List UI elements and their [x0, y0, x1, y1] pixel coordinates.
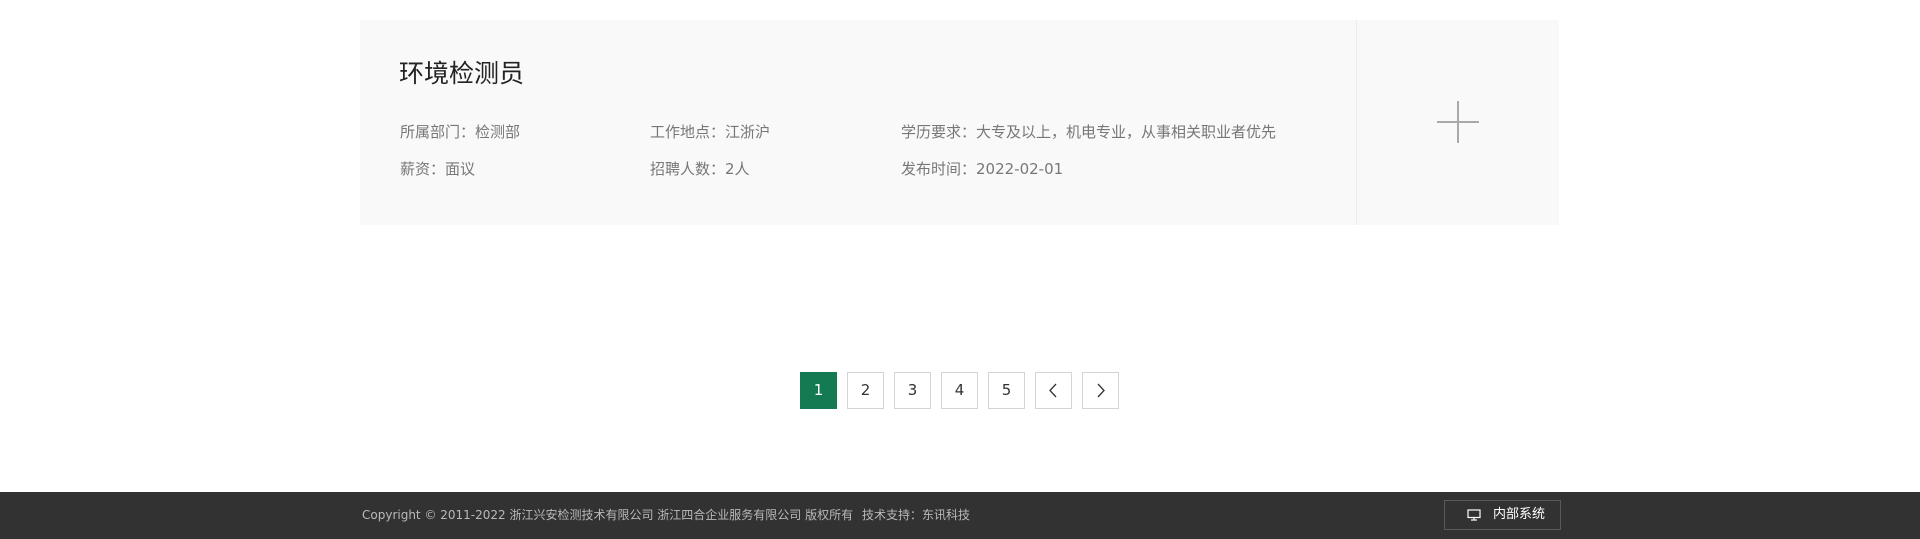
job-education: 学历要求：大专及以上，机电专业，从事相关职业者优先: [901, 123, 1277, 141]
monitor-icon: [1467, 509, 1481, 521]
job-card: 环境检测员 所属部门：检测部 工作地点：江浙沪 学历要求：大专及以上，机电专业，…: [360, 20, 1559, 225]
job-publish-date: 发布时间：2022-02-01: [901, 160, 1064, 178]
tech-support-text: 技术支持：东讯科技: [862, 508, 971, 522]
job-title: 环境检测员: [399, 59, 525, 88]
prev-page-button[interactable]: [1035, 372, 1072, 409]
page-button-3[interactable]: 3: [894, 372, 931, 409]
job-department: 所属部门：检测部: [400, 123, 521, 141]
page-button-2[interactable]: 2: [847, 372, 884, 409]
chevron-right-icon: [1097, 383, 1105, 398]
copyright-text: Copyright © 2011-2022 浙江兴安检测技术有限公司 浙江四合企…: [362, 508, 854, 522]
internal-system-label: 内部系统: [1493, 507, 1546, 522]
page-button-4[interactable]: 4: [941, 372, 978, 409]
job-location: 工作地点：江浙沪: [650, 123, 771, 141]
job-salary: 薪资：面议: [400, 160, 476, 178]
job-headcount: 招聘人数：2人: [650, 160, 750, 178]
plus-icon: [1437, 101, 1479, 143]
page-button-1[interactable]: 1: [800, 372, 837, 409]
footer: Copyright © 2011-2022 浙江兴安检测技术有限公司 浙江四合企…: [0, 492, 1920, 539]
job-info: 环境检测员 所属部门：检测部 工作地点：江浙沪 学历要求：大专及以上，机电专业，…: [360, 20, 1357, 225]
chevron-left-icon: [1049, 383, 1057, 398]
internal-system-button[interactable]: 内部系统: [1444, 500, 1561, 530]
expand-job-button[interactable]: [1358, 20, 1559, 225]
next-page-button[interactable]: [1082, 372, 1119, 409]
page-button-5[interactable]: 5: [988, 372, 1025, 409]
